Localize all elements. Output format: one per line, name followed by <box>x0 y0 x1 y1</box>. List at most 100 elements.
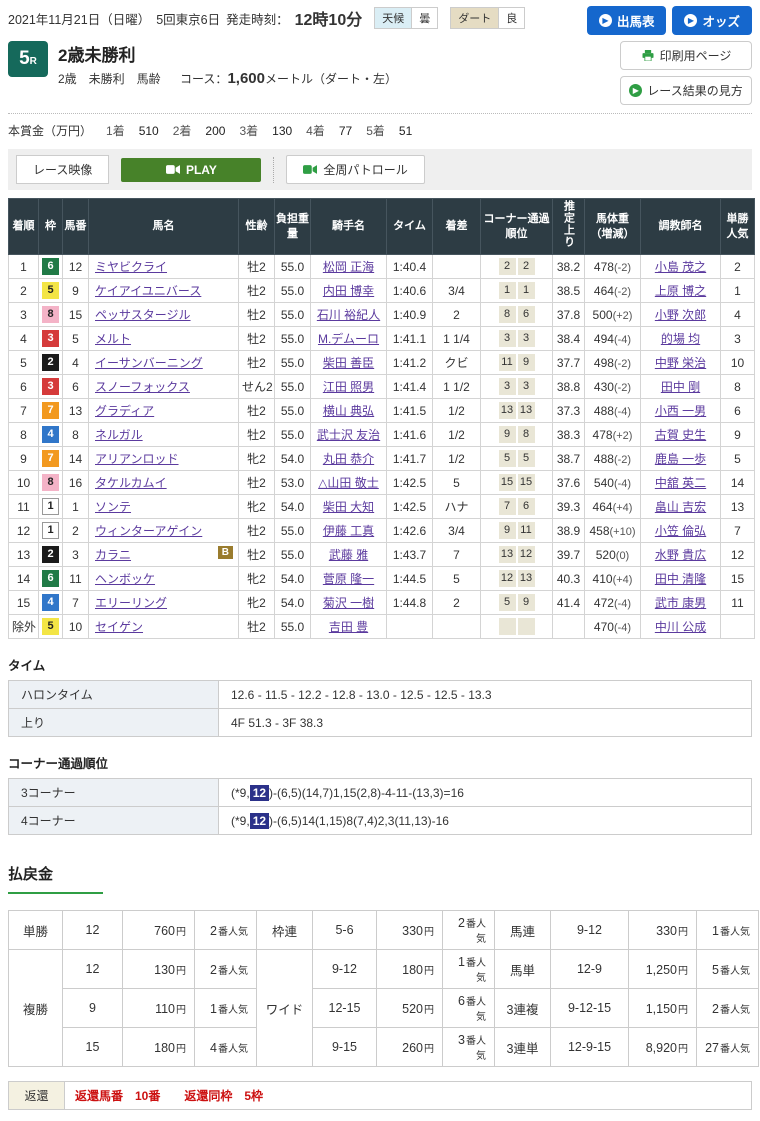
trainer-name-link[interactable]: 小笠 倫弘 <box>655 524 706 538</box>
jockey-name-link[interactable]: 菅原 隆一 <box>323 572 374 586</box>
yen-suffix: 円 <box>176 1044 186 1055</box>
result-row: 3815ペッサスタージル牡255.0石川 裕紀人1:40.928637.8500… <box>9 303 755 327</box>
popularity-value: 1 <box>210 1002 217 1016</box>
patrol-video-button[interactable]: 全周パトロール <box>286 155 424 184</box>
corner-order-cell <box>481 615 553 639</box>
course-distance: 1,600 <box>227 70 265 87</box>
horse-name-link[interactable]: ウィンターアゲイン <box>95 524 202 538</box>
horse-name-link[interactable]: ネルガル <box>95 428 143 442</box>
divider <box>273 157 274 183</box>
jockey-name-link[interactable]: 内田 博幸 <box>323 284 374 298</box>
trainer-name-link[interactable]: 的場 均 <box>661 332 700 346</box>
trainer-name-link[interactable]: 中野 栄治 <box>655 356 706 370</box>
trainer-name-link[interactable]: 小西 一男 <box>655 404 706 418</box>
horse-name-link[interactable]: ミヤビクライ <box>95 260 167 274</box>
payout-popularity: 3番人気 <box>443 1028 495 1067</box>
jockey-name-link[interactable]: 菊沢 一樹 <box>323 596 374 610</box>
jockey-name-link[interactable]: 伊藤 工真 <box>323 524 374 538</box>
horse-name-cell: ペッサスタージル <box>89 303 239 327</box>
payout-amount: 1,150円 <box>629 989 697 1028</box>
popularity-suffix: 番人気 <box>466 958 486 984</box>
jockey-name-link[interactable]: 柴田 大知 <box>323 500 374 514</box>
horse-weight-value: 410 <box>593 572 613 586</box>
corner-position-box: 13 <box>518 402 535 419</box>
trainer-name-link[interactable]: 上原 博之 <box>655 284 706 298</box>
trainer-name-link[interactable]: 田中 清隆 <box>655 572 706 586</box>
horse-name-link[interactable]: セイゲン <box>95 620 143 634</box>
finish-time: 1:41.4 <box>387 375 433 399</box>
estimated-last3f: 37.8 <box>553 303 585 327</box>
trainer-name-link[interactable]: 田中 剛 <box>661 380 700 394</box>
horse-name-link[interactable]: ペッサスタージル <box>95 308 191 322</box>
horse-weight: 430(-2) <box>585 375 641 399</box>
jockey-name-link[interactable]: 丸田 恭介 <box>323 452 374 466</box>
jockey-name-link[interactable]: △山田 敬士 <box>318 476 379 490</box>
win-popularity: 6 <box>721 399 755 423</box>
odds-button[interactable]: オッズ <box>672 6 752 35</box>
estimated-last3f: 41.4 <box>553 591 585 615</box>
payout-type-label: ワイド <box>257 950 313 1067</box>
horse-name-link[interactable]: アリアンロッド <box>95 452 179 466</box>
jockey-name-link[interactable]: 横山 典弘 <box>323 404 374 418</box>
jockey-cell: 武藤 雅 <box>311 543 387 567</box>
horse-name-link[interactable]: イーサンバーニング <box>95 356 203 370</box>
horse-name-link[interactable]: カラニ <box>95 548 131 562</box>
carried-weight: 54.0 <box>275 567 311 591</box>
horse-number: 9 <box>63 279 89 303</box>
payout-amount: 330円 <box>377 911 443 950</box>
horse-name-link[interactable]: スノーフォックス <box>95 380 190 394</box>
yen-suffix: 円 <box>424 1005 434 1016</box>
horse-name-link[interactable]: ソンテ <box>95 500 131 514</box>
horse-name-link[interactable]: ヘンボッケ <box>95 572 155 586</box>
jockey-name-link[interactable]: 江田 照男 <box>323 380 374 394</box>
payout-amount: 110円 <box>123 989 195 1028</box>
jockey-name-link[interactable]: 石川 裕紀人 <box>317 308 380 322</box>
horse-weight-diff: (+10) <box>610 526 636 538</box>
horse-weight-diff: (-4) <box>614 622 631 634</box>
horse-name-cell: イーサンバーニング <box>89 351 239 375</box>
estimated-last3f: 39.3 <box>553 495 585 519</box>
jockey-name-link[interactable]: 松岡 正海 <box>323 260 374 274</box>
margin: 5 <box>433 471 481 495</box>
jockey-name-link[interactable]: 吉田 豊 <box>329 620 368 634</box>
trainer-name-link[interactable]: 小島 茂之 <box>655 260 706 274</box>
horse-name-link[interactable]: ケイアイユニバース <box>95 284 201 298</box>
bracket-color-box: 6 <box>42 570 59 587</box>
trainer-name-link[interactable]: 畠山 吉宏 <box>655 500 706 514</box>
results-guide-button[interactable]: レース結果の見方 <box>620 76 752 105</box>
entries-button[interactable]: 出馬表 <box>587 6 667 35</box>
yen-suffix: 円 <box>176 927 186 938</box>
sex-age: 牝2 <box>239 447 275 471</box>
finish-time: 1:41.2 <box>387 351 433 375</box>
prize-amount: 130 <box>272 124 292 138</box>
trainer-name-link[interactable]: 古賀 史生 <box>655 428 706 442</box>
estimated-last3f: 38.2 <box>553 255 585 279</box>
jockey-name-link[interactable]: 武藤 雅 <box>329 548 368 562</box>
popularity-value: 2 <box>210 924 217 938</box>
print-page-label: 印刷用ページ <box>660 47 732 64</box>
sex-age: 牡2 <box>239 543 275 567</box>
prize-amount: 200 <box>205 124 225 138</box>
result-row: 10816タケルカムイ牡253.0△山田 敬士1:42.55151537.654… <box>9 471 755 495</box>
trainer-cell: 中川 公成 <box>641 615 721 639</box>
trainer-name-link[interactable]: 鹿島 一歩 <box>655 452 706 466</box>
horse-name-link[interactable]: メルト <box>95 332 131 346</box>
horse-name-link[interactable]: タケルカムイ <box>95 476 167 490</box>
horse-weight-value: 500 <box>593 308 613 322</box>
trainer-name-link[interactable]: 中舘 英二 <box>655 476 706 490</box>
horse-name-link[interactable]: グラディア <box>95 404 154 418</box>
jockey-name-link[interactable]: 武士沢 友治 <box>317 428 380 442</box>
trainer-name-link[interactable]: 小野 次郎 <box>655 308 706 322</box>
corner-position-box: 13 <box>499 402 516 419</box>
trainer-name-link[interactable]: 武市 康男 <box>655 596 706 610</box>
horse-name-link[interactable]: エリーリング <box>95 596 167 610</box>
trainer-name-link[interactable]: 水野 貴広 <box>655 548 706 562</box>
print-page-button[interactable]: 印刷用ページ <box>620 41 752 70</box>
trainer-name-link[interactable]: 中川 公成 <box>655 620 706 634</box>
horse-number: 2 <box>63 519 89 543</box>
prize-item: 5着51 <box>366 124 412 138</box>
win-popularity: 12 <box>721 543 755 567</box>
play-button[interactable]: PLAY <box>121 158 261 182</box>
jockey-name-link[interactable]: 柴田 善臣 <box>323 356 374 370</box>
jockey-name-link[interactable]: M.デムーロ <box>318 332 379 346</box>
